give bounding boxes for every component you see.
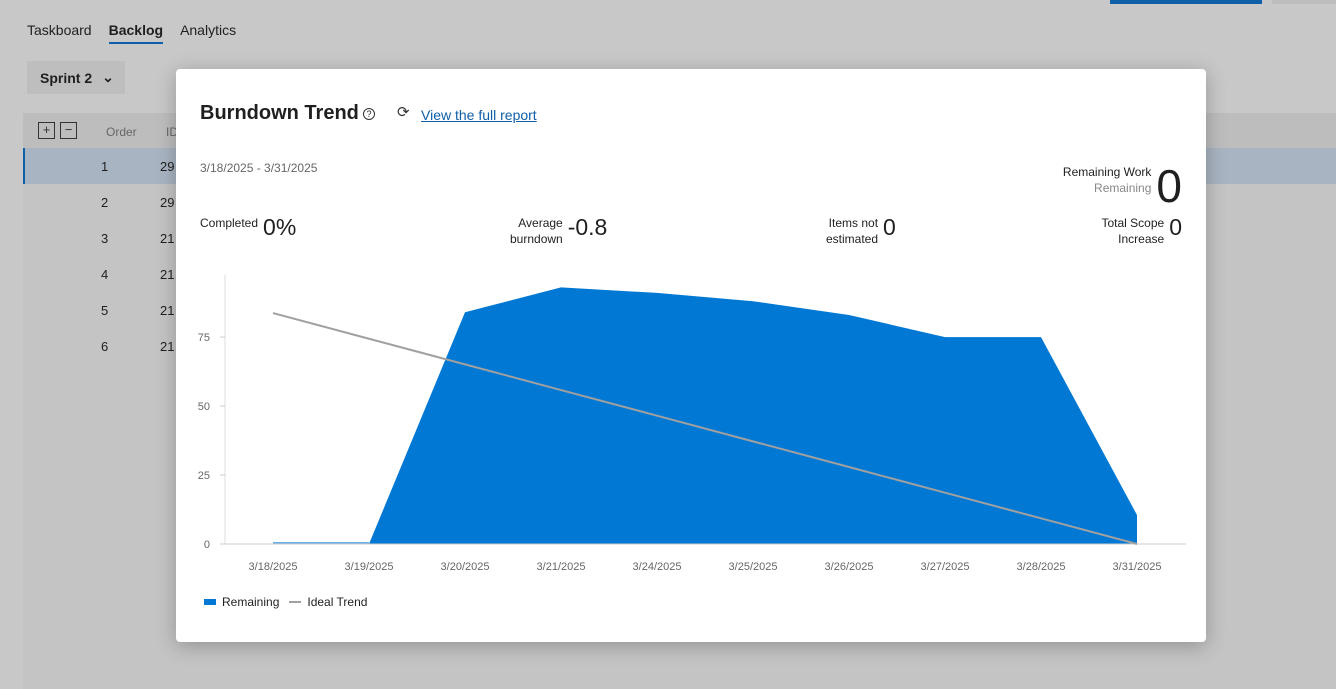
x-tick-label: 3/20/2025: [441, 561, 490, 573]
burndown-dialog: Burndown Trend ? ⟳ View the full report …: [176, 69, 1206, 642]
row-order: 3: [101, 231, 109, 246]
y-tick-label: 50: [198, 401, 210, 413]
row-id: 29: [160, 159, 175, 174]
y-tick-label: 0: [204, 539, 210, 551]
x-tick-label: 3/18/2025: [249, 561, 298, 573]
row-id: 21: [160, 339, 175, 354]
remaining-area: [273, 287, 1137, 544]
y-tick-label: 75: [198, 332, 210, 344]
row-id: 29: [160, 195, 175, 210]
legend-ideal-trend[interactable]: Ideal Trend: [307, 595, 367, 609]
x-tick-label: 3/26/2025: [825, 561, 874, 573]
primary-button[interactable]: [1110, 0, 1262, 4]
chevron-down-icon: ⌄: [102, 69, 114, 85]
row-order: 6: [101, 339, 109, 354]
row-order: 2: [101, 195, 109, 210]
column-order[interactable]: Order: [106, 125, 137, 139]
row-order: 1: [101, 159, 109, 174]
row-id: 21: [160, 303, 175, 318]
burndown-chart: 0 25 50 75 3/18/2025 3/19/2025 3/20/2025 3/21/2…: [198, 275, 1186, 573]
row-id: 21: [160, 267, 175, 282]
expand-all-icon[interactable]: +: [38, 122, 55, 139]
x-tick-label: 3/27/2025: [921, 561, 970, 573]
x-tick-label: 3/31/2025: [1113, 561, 1162, 573]
tab-taskboard[interactable]: Taskboard: [27, 22, 92, 44]
y-tick-label: 25: [198, 470, 210, 482]
ideal-swatch: [289, 601, 302, 603]
collapse-all-icon[interactable]: −: [60, 122, 77, 139]
sprint-dropdown[interactable]: Sprint 2 ⌄: [27, 61, 125, 94]
x-tick-label: 3/21/2025: [537, 561, 586, 573]
tab-backlog[interactable]: Backlog: [108, 22, 164, 44]
remaining-swatch: [204, 599, 216, 605]
x-tick-label: 3/19/2025: [345, 561, 394, 573]
row-order: 4: [101, 267, 109, 282]
row-id: 21: [160, 231, 175, 246]
chart-legend: Remaining Ideal Trend: [204, 595, 367, 609]
row-order: 5: [101, 303, 109, 318]
x-tick-label: 3/28/2025: [1017, 561, 1066, 573]
tab-analytics[interactable]: Analytics: [180, 22, 236, 44]
x-tick-label: 3/25/2025: [729, 561, 778, 573]
x-tick-label: 3/24/2025: [633, 561, 682, 573]
sprint-label: Sprint 2: [40, 69, 93, 86]
legend-remaining[interactable]: Remaining: [222, 595, 279, 609]
secondary-button[interactable]: [1272, 0, 1336, 4]
